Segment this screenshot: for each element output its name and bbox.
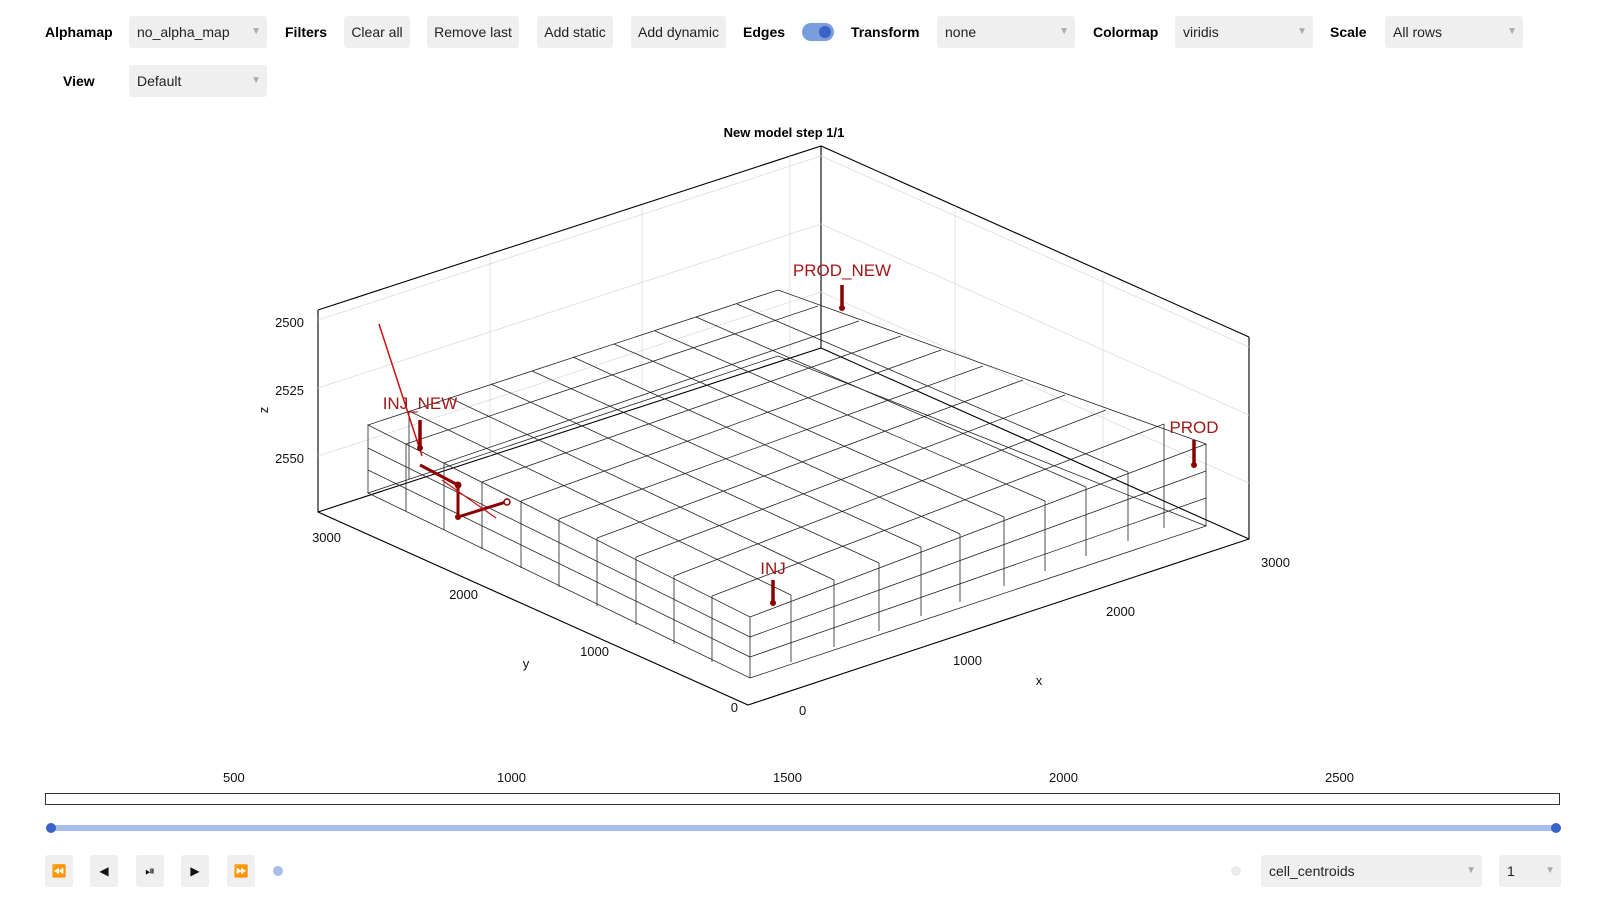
indicator-dot	[1231, 866, 1241, 876]
well-label-inj: INJ	[760, 559, 786, 578]
y-tick-2000: 2000	[449, 587, 478, 602]
play-icon: ▶	[190, 864, 200, 878]
z-tick-2500: 2500	[275, 315, 304, 330]
z-axis-label: z	[256, 407, 271, 414]
slider-handle-low[interactable]	[46, 823, 56, 833]
slider-tick-2500: 2500	[1325, 770, 1354, 785]
toggle-knob	[819, 26, 831, 38]
x-tick-2000: 2000	[1106, 604, 1135, 619]
field-value: cell_centroids	[1269, 863, 1355, 879]
well-label-prod-new: PROD_NEW	[793, 261, 891, 280]
y-tick-3000: 3000	[312, 530, 341, 545]
colormap-label: Colormap	[1093, 24, 1159, 40]
alphamap-dropdown[interactable]: no_alpha_map ▼	[129, 16, 267, 48]
step-slider-handle[interactable]	[273, 866, 283, 876]
edges-label: Edges	[743, 24, 786, 40]
y-tick-0: 0	[731, 700, 738, 715]
well-PROD_NEW: PROD_NEW	[793, 261, 891, 311]
y-axis-label: y	[523, 656, 530, 671]
slider-tick-1500: 1500	[773, 770, 802, 785]
transform-dropdown[interactable]: none ▼	[937, 16, 1075, 48]
slider-tick-500: 500	[223, 770, 245, 785]
chevron-down-icon: ▼	[1545, 865, 1555, 876]
alphamap-label: Alphamap	[45, 24, 113, 40]
component-value: 1	[1507, 863, 1515, 879]
x-tick-0: 0	[799, 703, 806, 718]
slider-tick-2000: 2000	[1049, 770, 1078, 785]
clear-all-button[interactable]: Clear all	[344, 16, 410, 48]
play-pause-button[interactable]: ⏯	[136, 855, 164, 887]
scale-label: Scale	[1330, 24, 1367, 40]
fast-forward-button[interactable]: ⏩	[227, 855, 255, 887]
range-axis-box	[45, 793, 1560, 805]
edges-toggle[interactable]	[802, 23, 834, 41]
rewind-icon: ⏪	[51, 864, 67, 878]
scale-value: All rows	[1393, 24, 1443, 40]
slider-handle-high[interactable]	[1551, 823, 1561, 833]
chevron-down-icon: ▼	[251, 26, 261, 37]
well-INJ: INJ	[760, 559, 786, 606]
chevron-down-icon: ▼	[1466, 865, 1476, 876]
add-static-button[interactable]: Add static	[537, 16, 613, 48]
step-back-icon: ◀	[99, 864, 109, 878]
plot-title: New model step 1/1	[724, 125, 845, 140]
transform-label: Transform	[851, 24, 920, 40]
chevron-down-icon: ▼	[1507, 26, 1517, 37]
chevron-down-icon: ▼	[1059, 26, 1069, 37]
well-label-inj-new: INJ_NEW	[383, 394, 458, 413]
axis-box	[317, 145, 1250, 706]
rewind-button[interactable]: ⏪	[45, 855, 73, 887]
range-slider[interactable]	[46, 823, 1561, 833]
alphamap-value: no_alpha_map	[137, 24, 230, 40]
play-button[interactable]: ▶	[181, 855, 209, 887]
z-tick-2550: 2550	[275, 451, 304, 466]
x-axis-label: x	[1036, 673, 1043, 688]
model-grid	[366, 289, 1208, 679]
x-tick-3000: 3000	[1261, 555, 1290, 570]
view-value: Default	[137, 73, 182, 89]
x-tick-1000: 1000	[953, 653, 982, 668]
colormap-value: viridis	[1183, 24, 1219, 40]
remove-last-button[interactable]: Remove last	[427, 16, 519, 48]
y-tick-1000: 1000	[580, 644, 609, 659]
chevron-down-icon: ▼	[251, 75, 261, 86]
step-back-button[interactable]: ◀	[90, 855, 118, 887]
well-PROD: PROD	[1169, 418, 1219, 468]
slider-track	[50, 825, 1557, 831]
axis-ticks: 2500 2525 2550 z 3000 2000 1000 0 y 0 10…	[256, 315, 1290, 718]
play-pause-icon: ⏯	[145, 864, 155, 878]
fast-forward-icon: ⏩	[233, 864, 249, 878]
plot-3d[interactable]: New model step 1/1 2500 2525 2550 z 3000…	[0, 110, 1600, 740]
grid-lines	[317, 155, 1250, 484]
view-dropdown[interactable]: Default ▼	[129, 65, 267, 97]
component-dropdown[interactable]: 1 ▼	[1499, 855, 1561, 887]
chevron-down-icon: ▼	[1297, 26, 1307, 37]
filters-label: Filters	[285, 24, 328, 40]
scale-dropdown[interactable]: All rows ▼	[1385, 16, 1523, 48]
slider-tick-1000: 1000	[497, 770, 526, 785]
transform-value: none	[945, 24, 977, 40]
well-label-prod: PROD	[1169, 418, 1218, 437]
field-dropdown[interactable]: cell_centroids ▼	[1261, 855, 1482, 887]
z-tick-2525: 2525	[275, 383, 304, 398]
view-label: View	[63, 73, 95, 89]
colormap-dropdown[interactable]: viridis ▼	[1175, 16, 1313, 48]
add-dynamic-button[interactable]: Add dynamic	[631, 16, 726, 48]
